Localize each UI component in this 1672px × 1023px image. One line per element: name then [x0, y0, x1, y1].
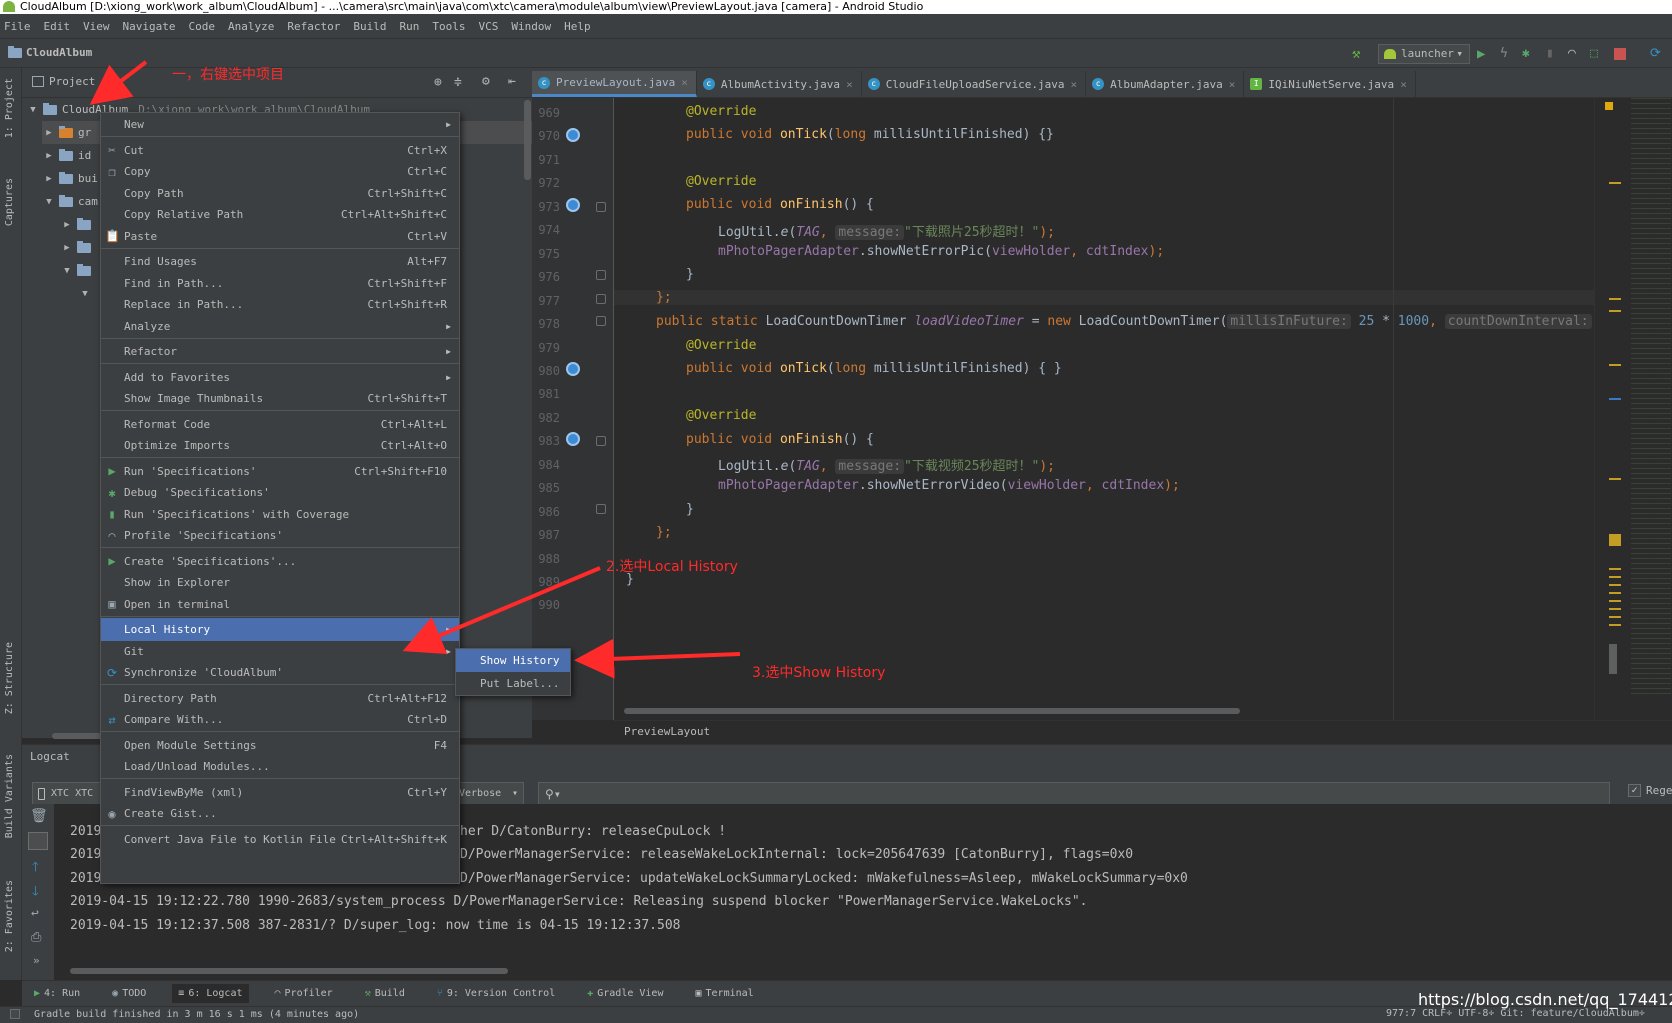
annotation-arrow-1	[89, 60, 148, 105]
annotation-step-2: 2.选中Local History	[606, 559, 738, 575]
annotation-step-1: 一，右键选中项目	[172, 67, 284, 83]
annotation-step-3: 3.选中Show History	[752, 665, 886, 681]
annotation-arrows	[89, 60, 741, 679]
annotation-arrow-3	[574, 638, 741, 679]
annotation-arrow-2	[402, 566, 601, 655]
